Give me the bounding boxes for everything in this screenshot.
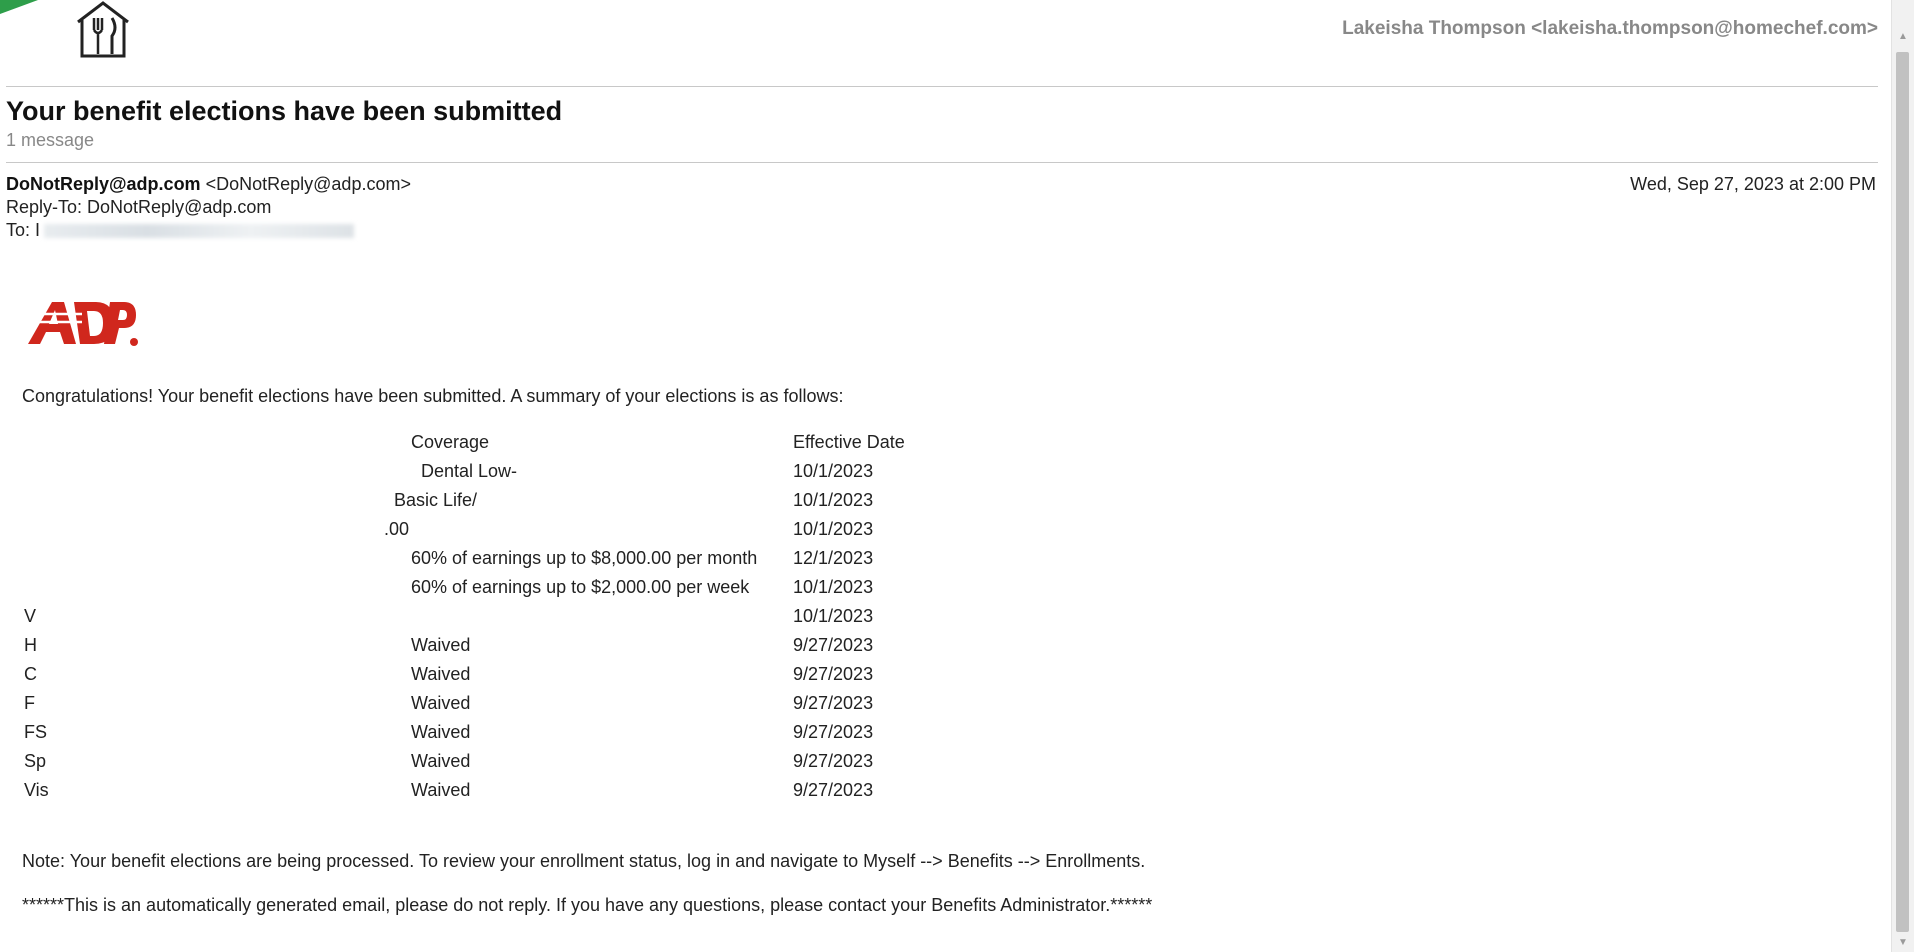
header-effective-date: Effective Date xyxy=(793,432,905,452)
coverage-cell: .00 xyxy=(384,519,410,539)
coverage-cell: Basic Life/ xyxy=(394,490,478,510)
date-cell: 9/27/2023 xyxy=(793,664,874,684)
fork-knife-house-icon[interactable] xyxy=(74,0,132,58)
date-cell: 10/1/2023 xyxy=(793,606,874,626)
account-label: Lakeisha Thompson <lakeisha.thompson@hom… xyxy=(1342,18,1878,39)
date-cell: 9/27/2023 xyxy=(793,722,874,742)
adp-logo xyxy=(24,292,138,352)
email-subject: Your benefit elections have been submitt… xyxy=(6,96,563,126)
coverage-cell: 60% of earnings up to $8,000.00 per mont… xyxy=(411,548,758,568)
sender-name[interactable]: DoNotReply@adp.com xyxy=(6,174,201,194)
coverage-cell: 60% of earnings up to $2,000.00 per week xyxy=(411,577,750,597)
table-row: V 10/1/2023 xyxy=(0,606,1000,635)
date-cell: 10/1/2023 xyxy=(793,519,874,539)
date-cell: 10/1/2023 xyxy=(793,577,874,597)
date-cell: 9/27/2023 xyxy=(793,780,874,800)
plan-cell: Vis xyxy=(24,780,49,800)
coverage-cell: Dental Low- xyxy=(421,461,518,481)
coverage-cell: Waived xyxy=(411,664,471,684)
table-row: Basic Life/ 10/1/2023 xyxy=(0,490,1000,519)
sender-address: <DoNotReply@adp.com> xyxy=(205,174,411,194)
message-count: 1 message xyxy=(6,130,95,150)
divider xyxy=(6,162,1878,163)
scroll-down-icon[interactable]: ▼ xyxy=(1892,934,1914,952)
redacted-recipient xyxy=(44,224,355,239)
recipient-label: To: I xyxy=(6,220,41,240)
coverage-cell: Waived xyxy=(411,693,471,713)
plan-cell: F xyxy=(24,693,35,713)
processing-note: Note: Your benefit elections are being p… xyxy=(22,851,1146,871)
table-row: 60% of earnings up to $8,000.00 per mont… xyxy=(0,548,1000,577)
corner-accent xyxy=(0,0,38,14)
coverage-cell: Waived xyxy=(411,751,471,771)
table-row: FS Waived 9/27/2023 xyxy=(0,722,1000,751)
table-row: F Waived 9/27/2023 xyxy=(0,693,1000,722)
date-cell: 10/1/2023 xyxy=(793,490,874,510)
recipient-line: To: I xyxy=(6,220,355,241)
email-date: Wed, Sep 27, 2023 at 2:00 PM xyxy=(1630,174,1876,194)
plan-cell: Sp xyxy=(24,751,47,771)
divider xyxy=(6,86,1878,87)
table-header: Coverage Effective Date xyxy=(0,432,1000,461)
table-row: 60% of earnings up to $2,000.00 per week… xyxy=(0,577,1000,606)
intro-text: Congratulations! Your benefit elections … xyxy=(22,386,844,406)
plan-cell: H xyxy=(24,635,37,655)
sender-line: DoNotReply@adp.com <DoNotReply@adp.com> xyxy=(6,174,411,195)
plan-cell: C xyxy=(24,664,37,684)
coverage-cell: Waived xyxy=(411,780,471,800)
coverage-cell: Waived xyxy=(411,722,471,742)
table-row: Dental Low- 10/1/2023 xyxy=(0,461,1000,490)
plan-cell: FS xyxy=(24,722,48,742)
date-cell: 12/1/2023 xyxy=(793,548,874,568)
date-cell: 9/27/2023 xyxy=(793,635,874,655)
date-cell: 9/27/2023 xyxy=(793,751,874,771)
table-row: Sp Waived 9/27/2023 xyxy=(0,751,1000,780)
scroll-thumb[interactable] xyxy=(1896,52,1909,932)
coverage-cell: Waived xyxy=(411,635,471,655)
table-row: C Waived 9/27/2023 xyxy=(0,664,1000,693)
table-row: .00 10/1/2023 xyxy=(0,519,1000,548)
table-row: H Waived 9/27/2023 xyxy=(0,635,1000,664)
plan-cell: V xyxy=(24,606,37,626)
scroll-up-icon[interactable]: ▲ xyxy=(1892,28,1914,46)
date-cell: 10/1/2023 xyxy=(793,461,874,481)
header-coverage: Coverage xyxy=(411,432,490,452)
vertical-scrollbar[interactable]: ▲ ▼ xyxy=(1891,0,1914,952)
table-row: Vis Waived 9/27/2023 xyxy=(0,780,1000,809)
date-cell: 9/27/2023 xyxy=(793,693,874,713)
auto-generated-notice: ******This is an automatically generated… xyxy=(22,895,1153,915)
reply-to-line: Reply-To: DoNotReply@adp.com xyxy=(6,197,272,217)
